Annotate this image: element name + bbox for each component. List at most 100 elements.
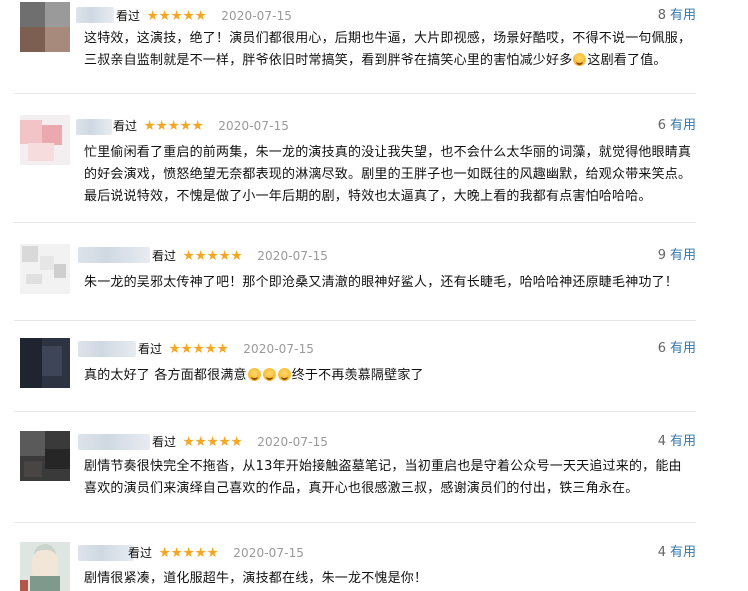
useful-button[interactable]: 有用 [670,545,696,560]
avatar[interactable] [20,431,70,481]
useful-button[interactable]: 有用 [670,248,696,263]
crying-emoji [247,368,261,381]
review-date: 2020-07-15 [257,435,329,449]
star-icon [183,436,194,447]
useful-vote: 4 有用 [658,432,696,452]
star-icon [181,343,192,354]
rating-stars [159,545,219,565]
rating-stars [147,8,207,28]
review-content: 忙里偷闲看了重启的前两集，朱一龙的演技真的没让我失望，也不会什么太华丽的词藻，就… [84,142,696,208]
star-icon [159,547,170,558]
divider [14,93,696,94]
rating-stars [183,248,243,268]
divider [14,320,696,321]
rating-stars [144,118,204,138]
review-content: 真的太好了 各方面都很满意 终于不再羡慕隔壁家了 [84,365,684,387]
star-icon [168,120,179,131]
review-date: 2020-07-15 [221,9,293,23]
username-blurred[interactable] [78,247,150,263]
useful-button[interactable]: 有用 [670,434,696,449]
crying-emoji [262,368,276,381]
review-content: 剧情节奏很快完全不拖沓，从13年开始接触盗墓笔记，当初重启也是守着公众号一天天追… [84,456,684,500]
star-icon [219,436,230,447]
star-icon [195,436,206,447]
username-blurred[interactable] [78,341,136,357]
review-item: 看过 2020-07-15 4 有用 剧情节奏很快完全不拖沓，从13年开始接触盗墓… [0,424,748,516]
watched-label: 看过 [152,249,177,263]
username-blurred[interactable] [78,434,150,450]
star-icon [183,250,194,261]
review-text: 朱一龙的吴邪太传神了吧！那个即沧桑又清澈的眼神好鲨人，还有长睫毛，哈哈哈神还原睫… [84,275,679,290]
useful-button[interactable]: 有用 [670,8,696,23]
star-icon [195,250,206,261]
laughing-crying-emoji [573,53,587,66]
username-blurred[interactable] [78,545,134,561]
useful-vote: 4 有用 [658,543,696,563]
watched-label: 看过 [113,119,138,133]
review-date: 2020-07-15 [243,342,315,356]
useful-count: 6 [657,341,666,356]
review-text: 这剧看了值。 [587,53,667,68]
avatar[interactable] [20,338,70,388]
review-item: 看过 2020-07-15 4 有用 剧情很紧凑，道化服超牛，演技都在线，朱一龙不… [0,535,748,591]
star-icon [207,547,218,558]
star-icon [156,120,167,131]
star-icon [159,10,170,21]
rating-stars [183,434,243,454]
divider [14,411,696,412]
review-content: 朱一龙的吴邪太传神了吧！那个即沧桑又清澈的眼神好鲨人，还有长睫毛，哈哈哈神还原睫… [84,272,724,294]
crying-emoji [277,368,291,381]
review-date: 2020-07-15 [233,546,305,560]
review-meta: 看过 2020-07-15 [152,432,328,452]
watched-label: 看过 [138,342,163,356]
useful-count: 6 [657,118,666,133]
star-icon [195,547,206,558]
star-icon [147,10,158,21]
useful-count: 9 [657,248,666,263]
star-icon [171,547,182,558]
useful-count: 8 [657,8,666,23]
review-item: 看过 2020-07-15 9 有用 朱一龙的吴邪太传神了吧！那个即沧桑又清澈的眼… [0,236,748,316]
star-icon [231,250,242,261]
watched-label: 看过 [116,9,141,23]
star-icon [171,10,182,21]
review-item: 看过 2020-07-15 8 有用 这特效，这演技，绝了！演员们都很用心，后期也… [0,0,748,92]
avatar[interactable] [20,2,70,52]
star-icon [169,343,180,354]
useful-vote: 9 有用 [658,246,696,266]
star-icon [144,120,155,131]
star-icon [183,547,194,558]
review-text: 忙里偷闲看了重启的前两集，朱一龙的演技真的没让我失望，也不会什么太华丽的词藻，就… [84,145,692,204]
review-meta: 看过 2020-07-15 [113,116,289,136]
watched-label: 看过 [152,435,177,449]
rating-stars [169,341,229,361]
username-blurred[interactable] [76,119,112,135]
review-item: 看过 2020-07-15 6 有用 忙里偷闲看了重启的前两集，朱一龙的演技真的没… [0,108,748,223]
review-item: 看过 2020-07-15 6 有用 真的太好了 各方面都很满意 终于不再羡慕隔壁家… [0,331,748,411]
avatar[interactable] [20,115,70,165]
useful-vote: 6 有用 [658,339,696,359]
divider [14,522,696,523]
review-text: 终于不再羡慕隔壁家了 [291,368,424,383]
avatar[interactable] [20,542,70,591]
star-icon [231,436,242,447]
username-blurred[interactable] [76,7,114,23]
star-icon [183,10,194,21]
review-text: 真的太好了 各方面都很满意 [84,368,247,383]
useful-button[interactable]: 有用 [670,118,696,133]
review-content: 这特效，这演技，绝了！演员们都很用心，后期也牛逼，大片即视感，场景好酷哎，不得不… [84,28,692,72]
star-icon [192,120,203,131]
review-content: 剧情很紧凑，道化服超牛，演技都在线，朱一龙不愧是你！ [84,568,684,590]
star-icon [207,436,218,447]
divider [14,222,696,223]
star-icon [195,10,206,21]
star-icon [207,250,218,261]
avatar[interactable] [20,244,70,294]
review-meta: 看过 2020-07-15 [128,543,304,563]
review-meta: 看过 2020-07-15 [116,6,292,26]
useful-count: 4 [657,545,666,560]
useful-vote: 8 有用 [658,6,696,26]
watched-label: 看过 [128,546,153,560]
useful-button[interactable]: 有用 [670,341,696,356]
review-date: 2020-07-15 [257,249,329,263]
